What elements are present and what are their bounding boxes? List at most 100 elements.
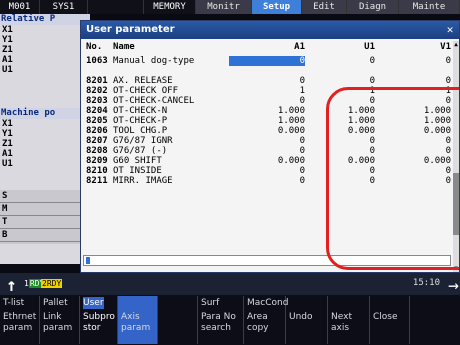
cell-name: G76/87 IGNR <box>113 136 173 146</box>
cell-a1[interactable]: 1.000 <box>229 106 305 116</box>
header-v1: V1 <box>440 42 451 52</box>
relative-position-label: Relative P <box>0 14 90 25</box>
program-number: M001 <box>0 0 40 14</box>
softkey-bottom-label: Area copy <box>247 312 269 333</box>
input-cursor <box>86 257 90 264</box>
softkey-bottom-label: Close <box>373 312 398 322</box>
memory-mode-cell: MEMORY <box>144 0 196 14</box>
table-row[interactable]: 8201 AX. RELEASE 0 0 0 <box>81 76 451 86</box>
softkey-bottom-label: Axis param <box>121 312 151 333</box>
rel-axis-a1: A1 <box>2 55 13 65</box>
softkey-bottom-label: Next axis <box>331 312 352 333</box>
tab-edit[interactable]: Edit <box>302 0 347 14</box>
cell-u1[interactable]: 0 <box>310 76 375 86</box>
rel-axis-y1: Y1 <box>2 35 13 45</box>
softkey-8[interactable]: Undo <box>286 296 328 344</box>
cell-name: G60 SHIFT <box>113 156 162 166</box>
tab-maintenance[interactable]: Mainte <box>399 0 460 14</box>
cell-name: Manual dog-type <box>113 56 195 66</box>
top-status-bar: M001 SYS1 MEMORY Monitr Setup Edit Diagn… <box>0 0 460 14</box>
softkey-top-label: MacCond <box>247 298 289 308</box>
rdy-2-indicator: 2RDY <box>41 279 63 288</box>
cell-a1[interactable]: 0 <box>229 176 305 186</box>
cell-name: OT-CHECK OFF <box>113 86 179 96</box>
header-u1: U1 <box>364 42 375 52</box>
cell-name: G76/87 (-) <box>113 146 168 156</box>
softkey-3[interactable]: User Subpro stor <box>80 296 118 344</box>
softkey-10[interactable]: Close <box>370 296 410 344</box>
smtb-panel: S M T B <box>0 190 90 244</box>
header-name: Name <box>113 42 135 52</box>
cell-a1[interactable]: 1.000 <box>229 116 305 126</box>
cell-a1[interactable]: 0 <box>229 76 305 86</box>
mac-axis-x1: X1 <box>2 119 13 129</box>
softkey-6[interactable]: Surf Para No search <box>198 296 244 344</box>
machine-position-label: Machine po <box>0 108 90 119</box>
cell-name: OT INSIDE <box>113 166 162 176</box>
cell-u1[interactable]: 0 <box>310 56 375 66</box>
cell-a1[interactable]: 0.000 <box>229 126 305 136</box>
softkey-5[interactable] <box>158 296 198 344</box>
softkey-top-label: Pallet <box>43 298 68 308</box>
cell-name: AX. RELEASE <box>113 76 173 86</box>
scroll-up-icon[interactable]: ▲ <box>453 41 459 48</box>
user-parameter-dialog: User parameter ✕ No. Name A1 U1 V1 1063 M… <box>80 20 460 273</box>
s-label: S <box>0 190 90 203</box>
softkey-top-label: Surf <box>201 298 220 308</box>
rel-axis-x1: X1 <box>2 25 13 35</box>
tab-diagnosis[interactable]: Diagn <box>347 0 399 14</box>
softkey-bottom-label: Link param <box>43 312 73 333</box>
rdy-2-text: RDY <box>46 279 62 288</box>
cell-a1[interactable]: 0 <box>229 56 305 66</box>
dialog-title: User parameter <box>81 21 459 39</box>
softkey-top-label: User <box>83 297 104 309</box>
softkey-bottom-label: Ethrnet param <box>3 312 37 333</box>
softkey-bar: T-list Ethrnet param Pallet Link param User S… <box>0 295 460 345</box>
mac-axis-z1: Z1 <box>2 139 13 149</box>
cell-v1[interactable]: 0 <box>379 76 451 86</box>
rel-axis-u1: U1 <box>2 65 13 75</box>
cell-a1[interactable]: 1 <box>229 86 305 96</box>
tab-monitor[interactable]: Monitr <box>196 0 252 14</box>
cell-a1[interactable]: 0 <box>229 136 305 146</box>
softkey-9[interactable]: Next axis <box>328 296 370 344</box>
softkey-1[interactable]: T-list Ethrnet param <box>0 296 40 344</box>
cell-a1[interactable]: 0 <box>229 96 305 106</box>
mac-axis-a1: A1 <box>2 149 13 159</box>
table-row[interactable]: 1063 Manual dog-type 0 0 0 <box>81 56 451 66</box>
table-header: No. Name A1 U1 V1 <box>81 42 451 53</box>
right-arrow-icon[interactable]: → <box>448 275 459 296</box>
cell-a1[interactable]: 0 <box>229 146 305 156</box>
rel-axis-z1: Z1 <box>2 45 13 55</box>
softkey-bottom-label: Para No search <box>201 312 236 333</box>
status-bar: ↑ 1RDY 2RDY 15:10 → <box>0 273 460 296</box>
cell-name: OT-CHECK-CANCEL <box>113 96 195 106</box>
softkey-top-label: T-list <box>3 298 25 308</box>
softkey-bottom-label: Subpro stor <box>83 312 115 333</box>
cell-v1[interactable]: 0 <box>379 56 451 66</box>
mac-axis-y1: Y1 <box>2 129 13 139</box>
softkey-4[interactable]: Axis param <box>118 296 158 344</box>
highlight-annotation <box>326 87 459 270</box>
header-a1: A1 <box>294 42 305 52</box>
cell-a1[interactable]: 0.000 <box>229 156 305 166</box>
b-label: B <box>0 229 90 242</box>
up-arrow-icon[interactable]: ↑ <box>6 277 17 295</box>
cell-a1[interactable]: 0 <box>229 166 305 176</box>
cell-name: MIRR. IMAGE <box>113 176 173 186</box>
system-name: SYS1 <box>40 0 88 14</box>
position-panel: Relative P X1 Y1 Z1 A1 U1 Machine po X1 … <box>0 14 90 264</box>
table-row[interactable] <box>81 66 451 76</box>
cell-name: OT-CHECK-N <box>113 106 168 116</box>
mac-axis-u1: U1 <box>2 159 13 169</box>
clock: 15:10 <box>412 278 440 288</box>
status-cell-blank <box>88 0 144 14</box>
cell-name: OT-CHECK-P <box>113 116 168 126</box>
cell-name: TOOL CHG.P <box>113 126 168 136</box>
softkey-7[interactable]: MacCond Area copy <box>244 296 289 344</box>
softkey-2[interactable]: Pallet Link param <box>40 296 80 344</box>
close-icon[interactable]: ✕ <box>444 24 456 36</box>
softkey-bottom-label: Undo <box>289 312 313 322</box>
tab-setup[interactable]: Setup <box>252 0 302 14</box>
m-label: M <box>0 203 90 216</box>
